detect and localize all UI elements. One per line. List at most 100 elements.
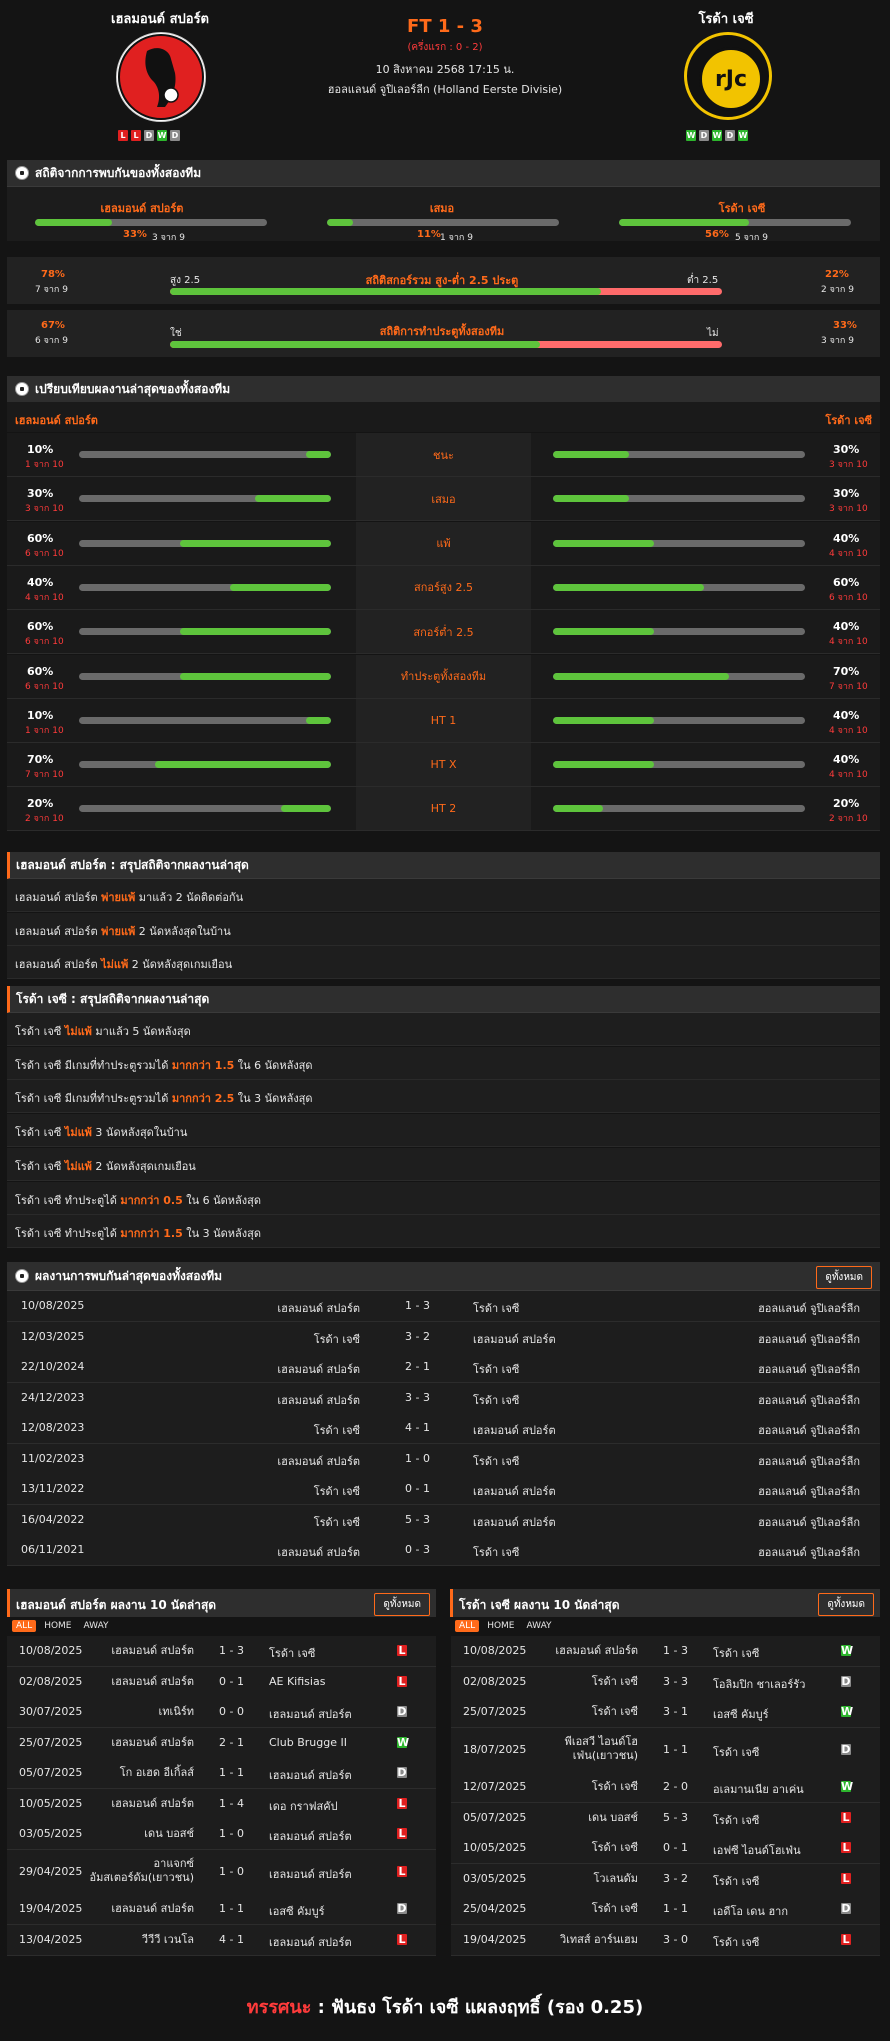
meeting-away: โรด้า เจซี — [473, 1363, 520, 1376]
meetings-view-all-button[interactable]: ดูทั้งหมด — [816, 1266, 872, 1289]
meeting-score: 1 - 0 — [405, 1451, 430, 1465]
meeting-row[interactable]: 22/10/2024 เฮลมอนด์ สปอร์ต 2 - 1 โรด้า เจซี… — [7, 1352, 880, 1383]
h2h-home-pct: 33% — [123, 229, 147, 240]
result-row[interactable]: 12/07/2025 โรด้า เจซี 2 - 0 อเลมานเนีย อาเค… — [451, 1772, 880, 1803]
result-badge: D — [841, 1902, 851, 1915]
result-date: 19/04/2025 — [19, 1902, 83, 1915]
tab-home[interactable]: HOME — [40, 1620, 75, 1632]
ou-title: สถิติสกอร์รวม สูง-ต่ำ 2.5 ประตู — [365, 274, 519, 287]
meeting-row[interactable]: 13/11/2022 โรด้า เจซี 0 - 1 เฮลมอนด์ สปอร์ต… — [7, 1474, 880, 1505]
summary-row: โรด้า เจซี ไม่แพ้ 2 นัดหลังสุดเกมเยือน — [7, 1147, 880, 1181]
away-last10-view-all-button[interactable]: ดูทั้งหมด — [818, 1593, 874, 1616]
result-away: เฮลมอนด์ สปอร์ต — [269, 1867, 352, 1881]
result-home: เดน บอสช์ — [144, 1827, 194, 1840]
away-pct: 40% — [833, 531, 860, 545]
bar-fill — [619, 219, 749, 226]
home-team-name[interactable]: เฮลมอนด์ สปอร์ต — [60, 8, 260, 29]
away-of: 3 จาก 10 — [829, 504, 868, 515]
away-bar — [553, 761, 805, 769]
result-row[interactable]: 29/04/2025 อาแจกซ์ อัมสเตอร์ดัม(เยาวชน) 1 … — [7, 1849, 436, 1895]
tab-all[interactable]: ALL — [12, 1620, 37, 1632]
result-row[interactable]: 03/05/2025 เดน บอสช์ 1 - 0 เฮลมอนด์ สปอร์ต L — [7, 1819, 436, 1850]
home-of: 4 จาก 10 — [25, 592, 64, 603]
result-row[interactable]: 05/07/2025 เดน บอสช์ 5 - 3 โรด้า เจซี L — [451, 1802, 880, 1834]
result-date: 10/05/2025 — [463, 1841, 527, 1854]
result-row[interactable]: 19/04/2025 วิเทสส์ อาร์นเฮม 3 - 0 โรด้า เจซ… — [451, 1924, 880, 1956]
summary-highlight: มากกว่า 0.5 — [120, 1193, 183, 1207]
meeting-home: โรด้า เจซี — [313, 1424, 360, 1437]
form-badge: D — [699, 130, 709, 141]
result-score: 4 - 1 — [219, 1932, 244, 1946]
prediction: ทรรศนะ : ฟันธง โรด้า เจซี แผลงฤทธิ์ (รอง… — [0, 1992, 890, 2021]
meeting-row[interactable]: 24/12/2023 เฮลมอนด์ สปอร์ต 3 - 3 โรด้า เจซี… — [7, 1382, 880, 1414]
compare-header: เปรียบเทียบผลงานล่าสุดของทั้งสองทีม — [7, 376, 880, 403]
result-row[interactable]: 19/04/2025 เฮลมอนด์ สปอร์ต 1 - 1 เอสซี คัมบ… — [7, 1894, 436, 1925]
result-home: โรด้า เจซี — [591, 1841, 638, 1854]
away-team-name[interactable]: โรด้า เจซี — [626, 8, 826, 29]
ou-right-pct: 22% — [825, 269, 849, 280]
result-row[interactable]: 05/07/2025 โก อเฮด อีเกิ้ลส์ 1 - 1 เฮลมอนด์… — [7, 1758, 436, 1789]
tab-all[interactable]: ALL — [455, 1620, 480, 1632]
bar-fill — [327, 219, 353, 226]
summary-highlight: มากกว่า 2.5 — [171, 1092, 235, 1106]
result-row[interactable]: 25/07/2025 โรด้า เจซี 3 - 1 เอสซี คัมบูร์ W — [451, 1697, 880, 1728]
result-row[interactable]: 30/07/2025 เทเนิร์ท 0 - 0 เฮลมอนด์ สปอร์ต D — [7, 1697, 436, 1728]
result-away: อเลมานเนีย อาเค่น — [713, 1783, 804, 1796]
result-row[interactable]: 18/07/2025 พีเอสวี ไอนด์โฮเฟ่น(เยาวชน) 1 -… — [451, 1727, 880, 1773]
meeting-row[interactable]: 10/08/2025 เฮลมอนด์ สปอร์ต 1 - 3 โรด้า เจซี… — [7, 1291, 880, 1322]
home-last10-view-all-button[interactable]: ดูทั้งหมด — [374, 1593, 430, 1616]
result-row[interactable]: 10/05/2025 เฮลมอนด์ สปอร์ต 1 - 4 เดอ กราฟสค… — [7, 1788, 436, 1820]
form-badge: D — [725, 130, 735, 141]
compare-label: ทำประตูทั้งสองทีม — [356, 654, 531, 698]
compare-team-row: เฮลมอนด์ สปอร์ต โรด้า เจซี — [7, 402, 880, 432]
result-score: 0 - 0 — [219, 1705, 244, 1718]
meeting-row[interactable]: 11/02/2023 เฮลมอนด์ สปอร์ต 1 - 0 โรด้า เจซี… — [7, 1443, 880, 1475]
away-of: 3 จาก 10 — [829, 460, 868, 470]
summary-row: เฮลมอนด์ สปอร์ต พ่ายแพ้ 2 นัดหลังสุดในบ้… — [7, 912, 880, 946]
result-row[interactable]: 10/08/2025 เฮลมอนด์ สปอร์ต 1 - 3 โรด้า เจซี… — [7, 1636, 436, 1667]
result-home: โก อเฮด อีเกิ้ลส์ — [119, 1766, 194, 1779]
tab-away[interactable]: AWAY — [523, 1620, 556, 1632]
home-of: 2 จาก 10 — [25, 814, 64, 825]
meeting-home: โรด้า เจซี — [313, 1332, 360, 1346]
away-of: 4 จาก 10 — [829, 725, 868, 736]
compare-label: HT 1 — [356, 698, 531, 742]
meeting-score: 2 - 1 — [405, 1360, 430, 1373]
league-name: ฮอลแลนด์ จูปิเลอร์ลีก (Holland Eerste Di… — [327, 83, 563, 96]
btts-left-pct: 67% — [41, 320, 65, 331]
result-row[interactable]: 10/08/2025 เฮลมอนด์ สปอร์ต 1 - 3 โรด้า เจซี… — [451, 1636, 880, 1667]
away-pct: 70% — [833, 664, 860, 678]
result-date: 29/04/2025 — [19, 1864, 83, 1878]
meeting-row[interactable]: 16/04/2022 โรด้า เจซี 5 - 3 เฮลมอนด์ สปอร์ต… — [7, 1504, 880, 1536]
bar-fill — [553, 761, 654, 769]
bar-fill — [154, 761, 331, 769]
tab-home[interactable]: HOME — [483, 1620, 518, 1632]
result-row[interactable]: 02/08/2025 เฮลมอนด์ สปอร์ต 0 - 1 AE Kifisia… — [7, 1666, 436, 1698]
result-row[interactable]: 25/07/2025 เฮลมอนด์ สปอร์ต 2 - 1 Club Brugg… — [7, 1727, 436, 1759]
result-home: พีเอสวี ไอนด์โฮเฟ่น(เยาวชน) — [564, 1734, 638, 1762]
home-pct: 60% — [27, 664, 54, 678]
result-row[interactable]: 02/08/2025 โรด้า เจซี 3 - 3 โอลิมปิก ชาเลอร… — [451, 1666, 880, 1698]
h2h-wdl-panel: เฮลมอนด์ สปอร์ต 33% 3 จาก 9 เสมอ 11% 1 จ… — [7, 187, 880, 243]
meeting-row[interactable]: 12/08/2023 โรด้า เจซี 4 - 1 เฮลมอนด์ สปอร์ต… — [7, 1413, 880, 1444]
meeting-date: 16/04/2022 — [21, 1512, 85, 1526]
tab-away[interactable]: AWAY — [80, 1620, 113, 1632]
result-row[interactable]: 13/04/2025 วีวีวี เวนโล 4 - 1 เฮลมอนด์ สปอร… — [7, 1924, 436, 1956]
away-pct: 30% — [833, 487, 860, 501]
meeting-score: 1 - 3 — [405, 1299, 430, 1312]
meeting-row[interactable]: 12/03/2025 โรด้า เจซี 3 - 2 เฮลมอนด์ สปอร์ต… — [7, 1321, 880, 1353]
result-row[interactable]: 10/05/2025 โรด้า เจซี 0 - 1 เอฟซี ไอนด์โฮเฟ… — [451, 1833, 880, 1864]
compare-row: 30% 3 จาก 10 เสมอ 30% 3 จาก 10 — [7, 477, 880, 522]
result-score: 1 - 3 — [219, 1644, 244, 1657]
away-pct: 40% — [833, 708, 860, 722]
result-row[interactable]: 25/04/2025 โรด้า เจซี 1 - 1 เอดีโอ เดน ฮาก D — [451, 1894, 880, 1925]
result-score: 1 - 1 — [663, 1902, 688, 1915]
away-bar — [553, 672, 805, 680]
meeting-row[interactable]: 06/11/2021 เฮลมอนด์ สปอร์ต 0 - 3 โรด้า เจซี… — [7, 1535, 880, 1566]
home-last10-tabs: ALL HOME AWAY — [12, 1620, 113, 1632]
bar-fill — [553, 805, 604, 813]
result-row[interactable]: 03/05/2025 โวเลนดัม 3 - 2 โรด้า เจซี L — [451, 1863, 880, 1895]
summary-text: โรด้า เจซี ทำประตูได้ มากกว่า 0.5 ใน 6 น… — [15, 1191, 261, 1209]
bar-fill — [553, 495, 629, 503]
form-badge: L — [118, 130, 128, 141]
